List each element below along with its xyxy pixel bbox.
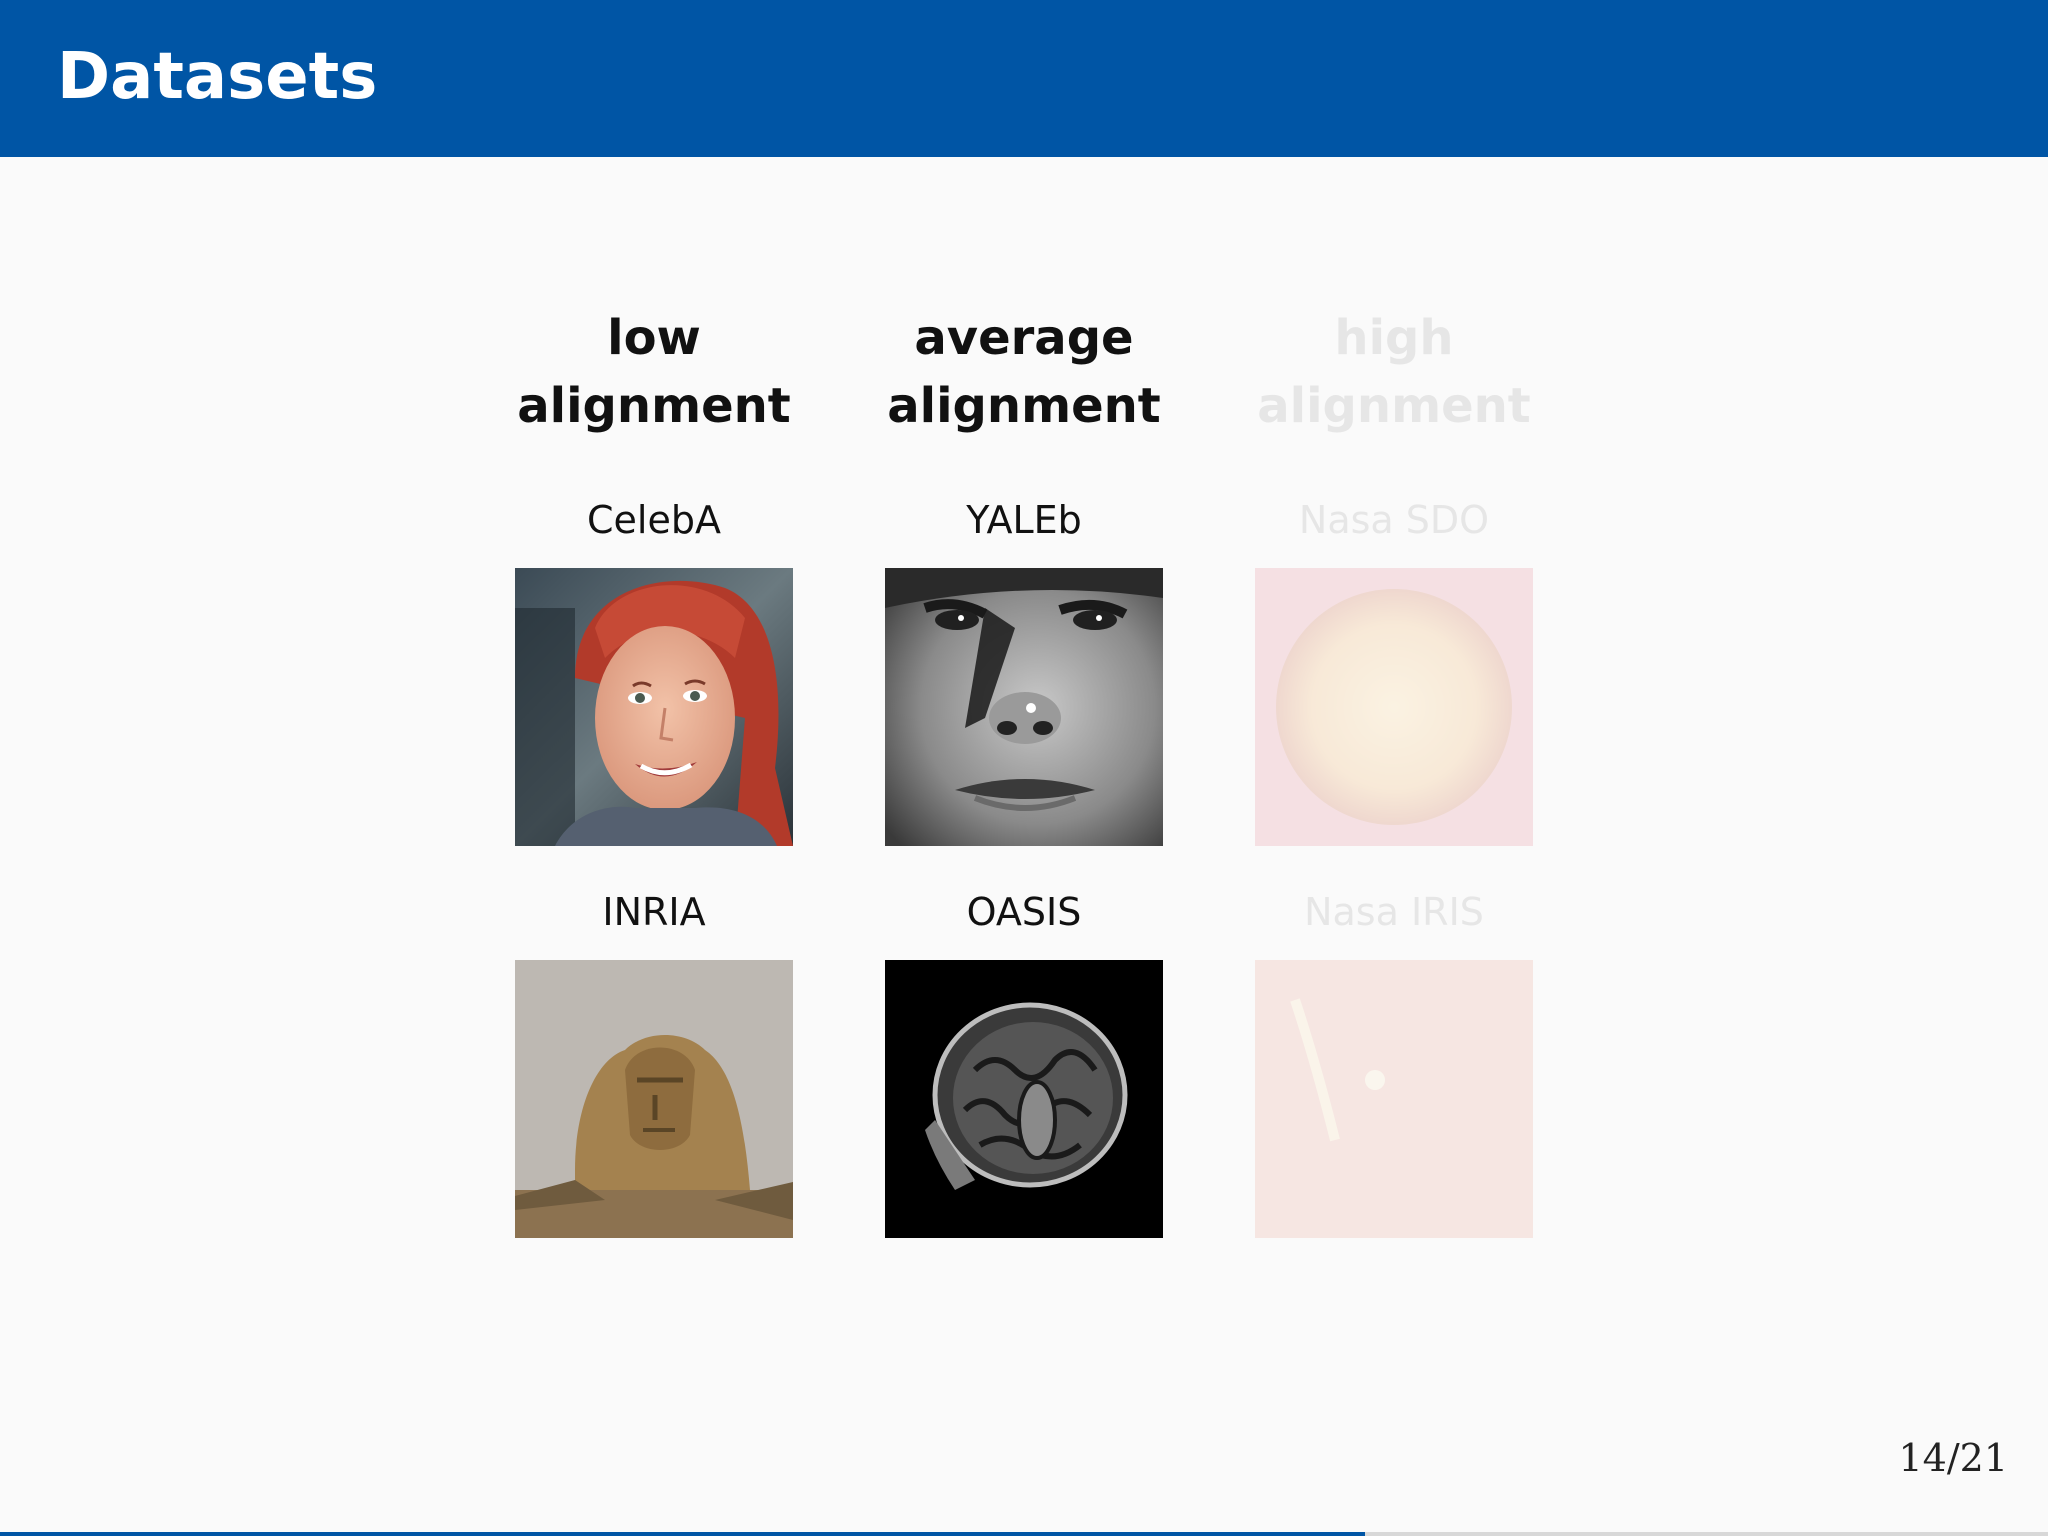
heading-line2: alignment: [1257, 378, 1531, 434]
column-heading-high: high alignment: [1214, 304, 1574, 440]
dataset-label-inria: INRIA: [602, 890, 706, 934]
dataset-label-nasa-sdo: Nasa SDO: [1298, 498, 1490, 542]
title-bar: Datasets: [0, 0, 2048, 157]
nasa-sdo-sample-image: [1255, 568, 1533, 846]
sphinx-image: [515, 960, 793, 1238]
heading-line1: average: [914, 310, 1134, 366]
brain-mri-image: [885, 960, 1163, 1238]
heading-line2: alignment: [517, 378, 791, 434]
progress-bar: [0, 1532, 2048, 1536]
solar-surface-image: [1255, 960, 1533, 1238]
page-number: 14/21: [1898, 1436, 2008, 1480]
column-heading-low: low alignment: [474, 304, 834, 440]
sun-image: [1255, 568, 1533, 846]
dataset-label-nasa-iris: Nasa IRIS: [1304, 890, 1484, 934]
progress-bar-fill: [0, 1532, 1366, 1536]
heading-line1: low: [607, 310, 701, 366]
celeba-sample-image: [515, 568, 793, 846]
slide-title: Datasets: [57, 40, 378, 114]
yaleb-sample-image: [885, 568, 1163, 846]
heading-line2: alignment: [887, 378, 1161, 434]
inria-sample-image: [515, 960, 793, 1238]
grayscale-face-image: [885, 568, 1163, 846]
heading-line1: high: [1334, 310, 1454, 366]
dataset-label-yaleb: YALEb: [966, 498, 1082, 542]
woman-face-image: [515, 568, 793, 846]
nasa-iris-sample-image: [1255, 960, 1533, 1238]
dataset-label-celeba: CelebA: [587, 498, 721, 542]
oasis-sample-image: [885, 960, 1163, 1238]
dataset-label-oasis: OASIS: [966, 890, 1082, 934]
column-heading-average: average alignment: [844, 304, 1204, 440]
